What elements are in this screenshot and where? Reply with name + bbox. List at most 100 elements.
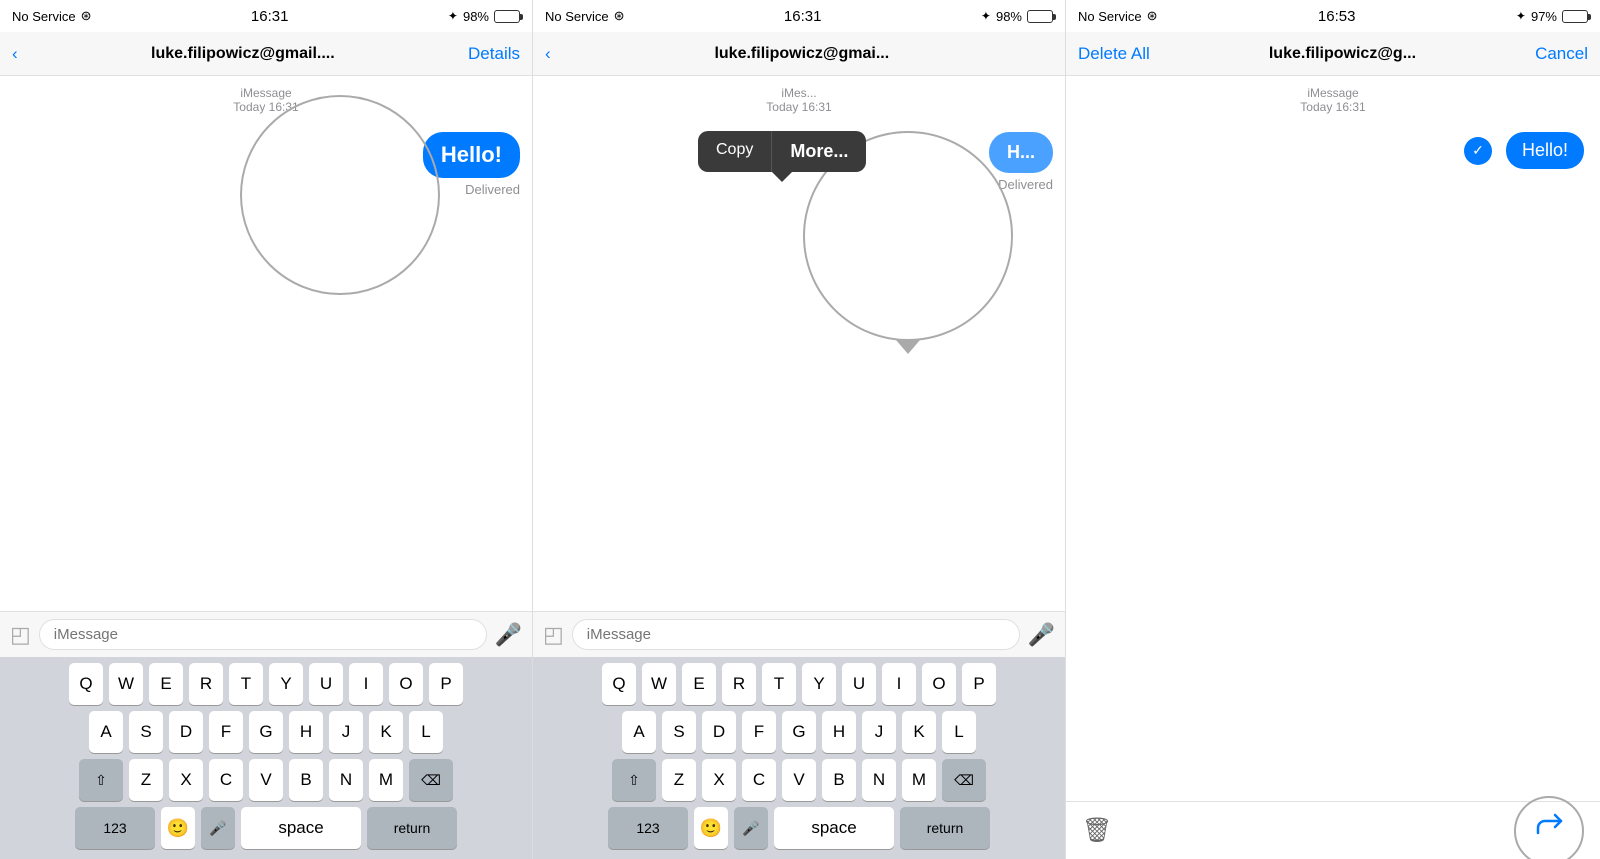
key2-b[interactable]: B (822, 759, 856, 801)
delete-all-button[interactable]: Delete All (1078, 44, 1150, 64)
check-circle-3[interactable]: ✓ (1464, 137, 1492, 165)
bluetooth-icon-2: ✦ (981, 9, 991, 23)
key2-f[interactable]: F (742, 711, 776, 753)
message-bubble-1: Hello! (423, 132, 520, 178)
key2-s[interactable]: S (662, 711, 696, 753)
details-button-1[interactable]: Details (468, 44, 520, 64)
key2-m[interactable]: M (902, 759, 936, 801)
key-d[interactable]: D (169, 711, 203, 753)
key-e[interactable]: E (149, 663, 183, 705)
key2-mic[interactable]: 🎤 (734, 807, 768, 849)
key-t[interactable]: T (229, 663, 263, 705)
keyboard-row-3: ⇧ Z X C V B N M ⌫ (4, 759, 528, 801)
key2-backspace[interactable]: ⌫ (942, 759, 986, 801)
key2-i[interactable]: I (882, 663, 916, 705)
key-o[interactable]: O (389, 663, 423, 705)
keyboard-1: Q W E R T Y U I O P A S D F G H J K L ⇧ … (0, 657, 532, 859)
key2-o[interactable]: O (922, 663, 956, 705)
key-b[interactable]: B (289, 759, 323, 801)
message-input-2[interactable] (572, 619, 1020, 650)
key-x[interactable]: X (169, 759, 203, 801)
key2-space[interactable]: space (774, 807, 894, 849)
mic-icon-1[interactable]: 🎤 (495, 622, 522, 648)
key2-v[interactable]: V (782, 759, 816, 801)
context-more-button[interactable]: More... (772, 131, 866, 172)
key2-g[interactable]: G (782, 711, 816, 753)
trash-icon-3[interactable]: 🗑 (1082, 816, 1112, 845)
key-g[interactable]: G (249, 711, 283, 753)
key2-h[interactable]: H (822, 711, 856, 753)
bottom-toolbar-3: 🗑 (1066, 801, 1600, 859)
context-menu: Copy More... (698, 131, 866, 172)
status-left-1: No Service ⊛ (12, 8, 91, 24)
key-shift[interactable]: ⇧ (79, 759, 123, 801)
camera-icon-1[interactable]: ◰ (10, 622, 31, 648)
key2-u[interactable]: U (842, 663, 876, 705)
message-area-3: iMessage Today 16:31 ✓ Hello! (1066, 76, 1600, 801)
message-input-1[interactable] (39, 619, 487, 650)
key-mic[interactable]: 🎤 (201, 807, 235, 849)
key2-p[interactable]: P (962, 663, 996, 705)
key2-t[interactable]: T (762, 663, 796, 705)
status-right-2: ✦ 98% (981, 9, 1053, 24)
key-c[interactable]: C (209, 759, 243, 801)
key-y[interactable]: Y (269, 663, 303, 705)
key2-123[interactable]: 123 (608, 807, 688, 849)
key-backspace[interactable]: ⌫ (409, 759, 453, 801)
key-n[interactable]: N (329, 759, 363, 801)
key-m[interactable]: M (369, 759, 403, 801)
keyboard-row-2: A S D F G H J K L (4, 711, 528, 753)
key-h[interactable]: H (289, 711, 323, 753)
key-f[interactable]: F (209, 711, 243, 753)
key2-l[interactable]: L (942, 711, 976, 753)
key-i[interactable]: I (349, 663, 383, 705)
time-2: 16:31 (784, 8, 822, 25)
key-z[interactable]: Z (129, 759, 163, 801)
camera-icon-2[interactable]: ◰ (543, 622, 564, 648)
input-area-1: ◰ 🎤 (0, 611, 532, 657)
key-w[interactable]: W (109, 663, 143, 705)
key2-n[interactable]: N (862, 759, 896, 801)
key-u[interactable]: U (309, 663, 343, 705)
key-space[interactable]: space (241, 807, 361, 849)
key-j[interactable]: J (329, 711, 363, 753)
cancel-button-3[interactable]: Cancel (1535, 44, 1588, 64)
key2-a[interactable]: A (622, 711, 656, 753)
key2-q[interactable]: Q (602, 663, 636, 705)
panel-2: No Service ⊛ 16:31 ✦ 98% ‹ luke.filipowi… (533, 0, 1066, 859)
key-s[interactable]: S (129, 711, 163, 753)
key-k[interactable]: K (369, 711, 403, 753)
key-a[interactable]: A (89, 711, 123, 753)
key2-j[interactable]: J (862, 711, 896, 753)
key2-w[interactable]: W (642, 663, 676, 705)
key-return[interactable]: return (367, 807, 457, 849)
key2-return[interactable]: return (900, 807, 990, 849)
delivered-text-2: Delivered (998, 177, 1053, 192)
key-q[interactable]: Q (69, 663, 103, 705)
key2-z[interactable]: Z (662, 759, 696, 801)
context-copy-button[interactable]: Copy (698, 131, 772, 172)
key2-d[interactable]: D (702, 711, 736, 753)
key-123[interactable]: 123 (75, 807, 155, 849)
key-r[interactable]: R (189, 663, 223, 705)
key-emoji[interactable]: 🙂 (161, 807, 195, 849)
bubble-container-1: Hello! Delivered (12, 132, 520, 197)
status-left-3: No Service ⊛ (1078, 8, 1157, 24)
key2-shift[interactable]: ⇧ (612, 759, 656, 801)
keyboard-row-4: 123 🙂 🎤 space return (4, 807, 528, 849)
key2-y[interactable]: Y (802, 663, 836, 705)
key2-c[interactable]: C (742, 759, 776, 801)
share-circle-3[interactable] (1514, 796, 1584, 859)
key2-emoji[interactable]: 🙂 (694, 807, 728, 849)
key2-x[interactable]: X (702, 759, 736, 801)
key2-r[interactable]: R (722, 663, 756, 705)
key-v[interactable]: V (249, 759, 283, 801)
message-bubble-3: Hello! (1506, 132, 1584, 169)
battery-pct-3: 97% (1531, 9, 1557, 24)
key2-k[interactable]: K (902, 711, 936, 753)
key-l[interactable]: L (409, 711, 443, 753)
mic-icon-2[interactable]: 🎤 (1028, 622, 1055, 648)
share-icon-3 (1533, 811, 1565, 850)
key2-e[interactable]: E (682, 663, 716, 705)
key-p[interactable]: P (429, 663, 463, 705)
